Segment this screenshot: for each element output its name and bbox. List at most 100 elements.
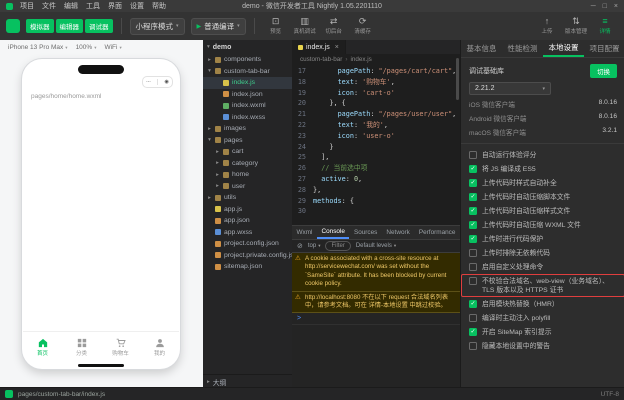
tree-item-category[interactable]: ▸ category (203, 158, 292, 170)
details-tab-1[interactable]: 性能检测 (502, 40, 543, 57)
mode-dropdown[interactable]: 小程序模式 ▾ (129, 17, 185, 35)
checkbox[interactable] (469, 314, 477, 322)
phone-tab-cart[interactable]: 购物车 (101, 332, 140, 362)
tree-item-app.wxss[interactable]: app.wxss (203, 227, 292, 239)
menu-item-0[interactable]: 项目 (20, 1, 34, 11)
clear-console-icon[interactable]: ⊘ (297, 242, 303, 250)
device-select[interactable]: iPhone 13 Pro Max ▾ (8, 44, 68, 51)
editor-tab-indexjs[interactable]: index.js × (292, 40, 346, 54)
menu-item-2[interactable]: 编辑 (64, 1, 78, 11)
phone-tab-user[interactable]: 我的 (140, 332, 179, 362)
version-manage-button[interactable]: ⇅ 版本管理 (563, 17, 589, 36)
editor-scrollbar[interactable] (456, 58, 459, 100)
option-row-4[interactable]: ✓ 上传代码时自动压缩样式文件 (461, 204, 624, 218)
close-icon[interactable]: × (335, 44, 339, 51)
tree-item-index.js[interactable]: index.js (203, 77, 292, 89)
minimize-window-button[interactable]: ─ (591, 3, 596, 10)
tree-item-components[interactable]: ▸ components (203, 54, 292, 66)
console-tab-wxml[interactable]: Wxml (292, 226, 317, 239)
option-row-6[interactable]: ✓ 上传时进行代码保护 (461, 232, 624, 246)
tree-item-images[interactable]: ▸ images (203, 123, 292, 135)
option-row-2[interactable]: ✓ 上传代码时样式自动补全 (461, 176, 624, 190)
tree-item-cart[interactable]: ▸ cart (203, 146, 292, 158)
project-root-row[interactable]: ▾ demo (203, 40, 292, 54)
option-row-1[interactable]: ✓ 将 JS 编译成 ES5 (461, 162, 624, 176)
menu-item-5[interactable]: 设置 (130, 1, 144, 11)
tree-item-project.private.config.json[interactable]: project.private.config.json (203, 250, 292, 262)
tree-item-index.json[interactable]: index.json (203, 89, 292, 101)
toolbar-toggle-2[interactable]: 调试器 (85, 19, 113, 33)
option-row-5[interactable]: ✓ 上传代码时自动压缩 WXML 文件 (461, 218, 624, 232)
checkbox[interactable] (469, 263, 477, 271)
tree-item-app.js[interactable]: app.js (203, 204, 292, 216)
checkbox[interactable]: ✓ (469, 193, 477, 201)
checkbox[interactable]: ✓ (469, 207, 477, 215)
option-row-7[interactable]: 上传时排除无依赖代码 (461, 246, 624, 260)
menu-item-1[interactable]: 文件 (42, 1, 56, 11)
checkbox[interactable]: ✓ (469, 179, 477, 187)
tree-item-index.wxss[interactable]: index.wxss (203, 112, 292, 124)
checkbox[interactable]: ✓ (469, 300, 477, 308)
user-avatar[interactable] (6, 19, 20, 33)
network-select[interactable]: WiFi ▾ (104, 44, 121, 51)
option-row-3[interactable]: ✓ 上传代码时自动压缩脚本文件 (461, 190, 624, 204)
details-tab-0[interactable]: 基本信息 (461, 40, 502, 57)
tree-item-pages[interactable]: ▾ pages (203, 135, 292, 147)
switch-background-button[interactable]: ⇄ 切后台 (321, 17, 347, 36)
console-tab-performance[interactable]: Performance (414, 226, 460, 239)
status-encoding[interactable]: UTF-8 (601, 391, 619, 398)
tree-item-user[interactable]: ▸ user (203, 181, 292, 193)
code-area[interactable]: 17 pagePath: "/pages/cart/cart", 18 text:… (292, 64, 460, 217)
miniprogram-capsule[interactable]: ⋯ ◉ (142, 76, 173, 88)
console-tab-network[interactable]: Network (382, 226, 414, 239)
checkbox[interactable]: ✓ (469, 165, 477, 173)
checkbox[interactable] (469, 151, 477, 159)
phone-tab-home[interactable]: 首页 (23, 332, 62, 362)
context-select[interactable]: top ▾ (308, 243, 321, 249)
checkbox[interactable]: ✓ (469, 235, 477, 243)
option-row-10[interactable]: ✓ 启用模块热替换（HMR） (461, 297, 624, 311)
tree-item-project.config.json[interactable]: project.config.json (203, 238, 292, 250)
details-button[interactable]: ≡ 详情 (592, 17, 618, 36)
toolbar-toggle-1[interactable]: 编辑器 (55, 19, 83, 33)
tree-item-sitemap.json[interactable]: sitemap.json (203, 261, 292, 273)
details-tab-2[interactable]: 本地设置 (543, 40, 584, 57)
console-filter-input[interactable]: Filter (325, 241, 351, 251)
capsule-more-icon[interactable]: ⋯ (146, 79, 151, 85)
option-row-0[interactable]: 自动运行体验评分 (461, 148, 624, 162)
console-prompt[interactable]: > (292, 313, 460, 326)
phone-tab-category[interactable]: 分类 (62, 332, 101, 362)
device-debug-button[interactable]: ▥ 真机调试 (292, 17, 318, 36)
menu-item-3[interactable]: 工具 (86, 1, 100, 11)
option-row-9[interactable]: 不校验合法域名、web-view（业务域名）、TLS 版本以及 HTTPS 证书 (461, 274, 624, 297)
tree-item-app.json[interactable]: app.json (203, 215, 292, 227)
preview-button[interactable]: ⊡ 预览 (263, 17, 289, 36)
checkbox[interactable]: ✓ (469, 221, 477, 229)
checkbox[interactable] (469, 249, 477, 257)
breadcrumb-file[interactable]: index.js (350, 56, 371, 63)
option-row-8[interactable]: 启用自定义处理命令 (461, 260, 624, 274)
option-row-11[interactable]: 编译时主动注入 polyfill (461, 311, 624, 325)
zoom-select[interactable]: 100% ▾ (76, 44, 97, 51)
breadcrumb-folder[interactable]: custom-tab-bar (300, 56, 342, 63)
compile-dropdown[interactable]: ▶ 普通编译 ▾ (190, 17, 246, 35)
tree-item-custom-tab-bar[interactable]: ▾ custom-tab-bar (203, 66, 292, 78)
console-tab-sources[interactable]: Sources (349, 226, 381, 239)
log-levels-select[interactable]: Default levels ▾ (356, 243, 396, 249)
checkbox[interactable] (469, 277, 477, 285)
outline-section[interactable]: ▸ 大纲 (203, 374, 292, 388)
checkbox[interactable]: ✓ (469, 328, 477, 336)
library-version-dropdown[interactable]: 2.21.2 ▾ (469, 82, 551, 95)
details-tab-3[interactable]: 项目配置 (584, 40, 624, 57)
menu-item-4[interactable]: 界面 (108, 1, 122, 11)
checkbox[interactable] (469, 342, 477, 350)
tree-item-home[interactable]: ▸ home (203, 169, 292, 181)
upload-button[interactable]: ↑ 上传 (534, 17, 560, 36)
close-window-button[interactable]: × (614, 3, 618, 10)
option-row-13[interactable]: 隐藏本地设置中的警告 (461, 339, 624, 353)
toolbar-toggle-0[interactable]: 模拟器 (26, 19, 54, 33)
maximize-window-button[interactable]: □ (603, 3, 607, 10)
tree-item-utils[interactable]: ▸ utils (203, 192, 292, 204)
menu-item-6[interactable]: 帮助 (152, 1, 166, 11)
console-tab-console[interactable]: Console (316, 226, 350, 239)
